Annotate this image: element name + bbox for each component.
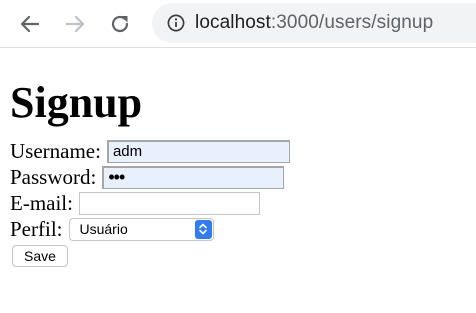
browser-toolbar: localhost:3000/users/signup (0, 0, 476, 48)
info-icon[interactable] (167, 14, 185, 32)
profile-row: Perfil: Usuário (10, 216, 476, 242)
email-field[interactable] (78, 191, 260, 215)
save-button[interactable]: Save (12, 245, 68, 267)
profile-label: Perfil: (10, 216, 63, 241)
url-text[interactable]: localhost:3000/users/signup (195, 12, 433, 34)
url-path: :3000/users/signup (270, 12, 434, 33)
password-field[interactable]: ••• (102, 165, 285, 189)
profile-selected-value: Usuário (79, 220, 128, 237)
reload-icon (111, 15, 129, 33)
forward-arrow-icon (65, 15, 85, 33)
username-label: Username: (10, 138, 101, 163)
page-title: Signup (10, 78, 143, 127)
email-label: E-mail: (10, 190, 73, 215)
email-row: E-mail: (10, 190, 476, 216)
username-field[interactable] (106, 139, 290, 163)
username-row: Username: (10, 138, 476, 164)
url-host: localhost (195, 12, 271, 33)
forward-button[interactable] (62, 11, 88, 37)
password-label: Password: (10, 164, 97, 189)
back-button[interactable] (17, 11, 43, 37)
address-bar[interactable]: localhost:3000/users/signup (152, 3, 476, 43)
password-row: Password: ••• (10, 164, 476, 190)
profile-select[interactable]: Usuário (68, 217, 214, 241)
reload-button[interactable] (107, 11, 133, 37)
select-arrows-icon (194, 219, 212, 239)
back-arrow-icon (20, 15, 40, 33)
page-content: Signup Username: Password: ••• E-mail: P… (0, 48, 476, 267)
